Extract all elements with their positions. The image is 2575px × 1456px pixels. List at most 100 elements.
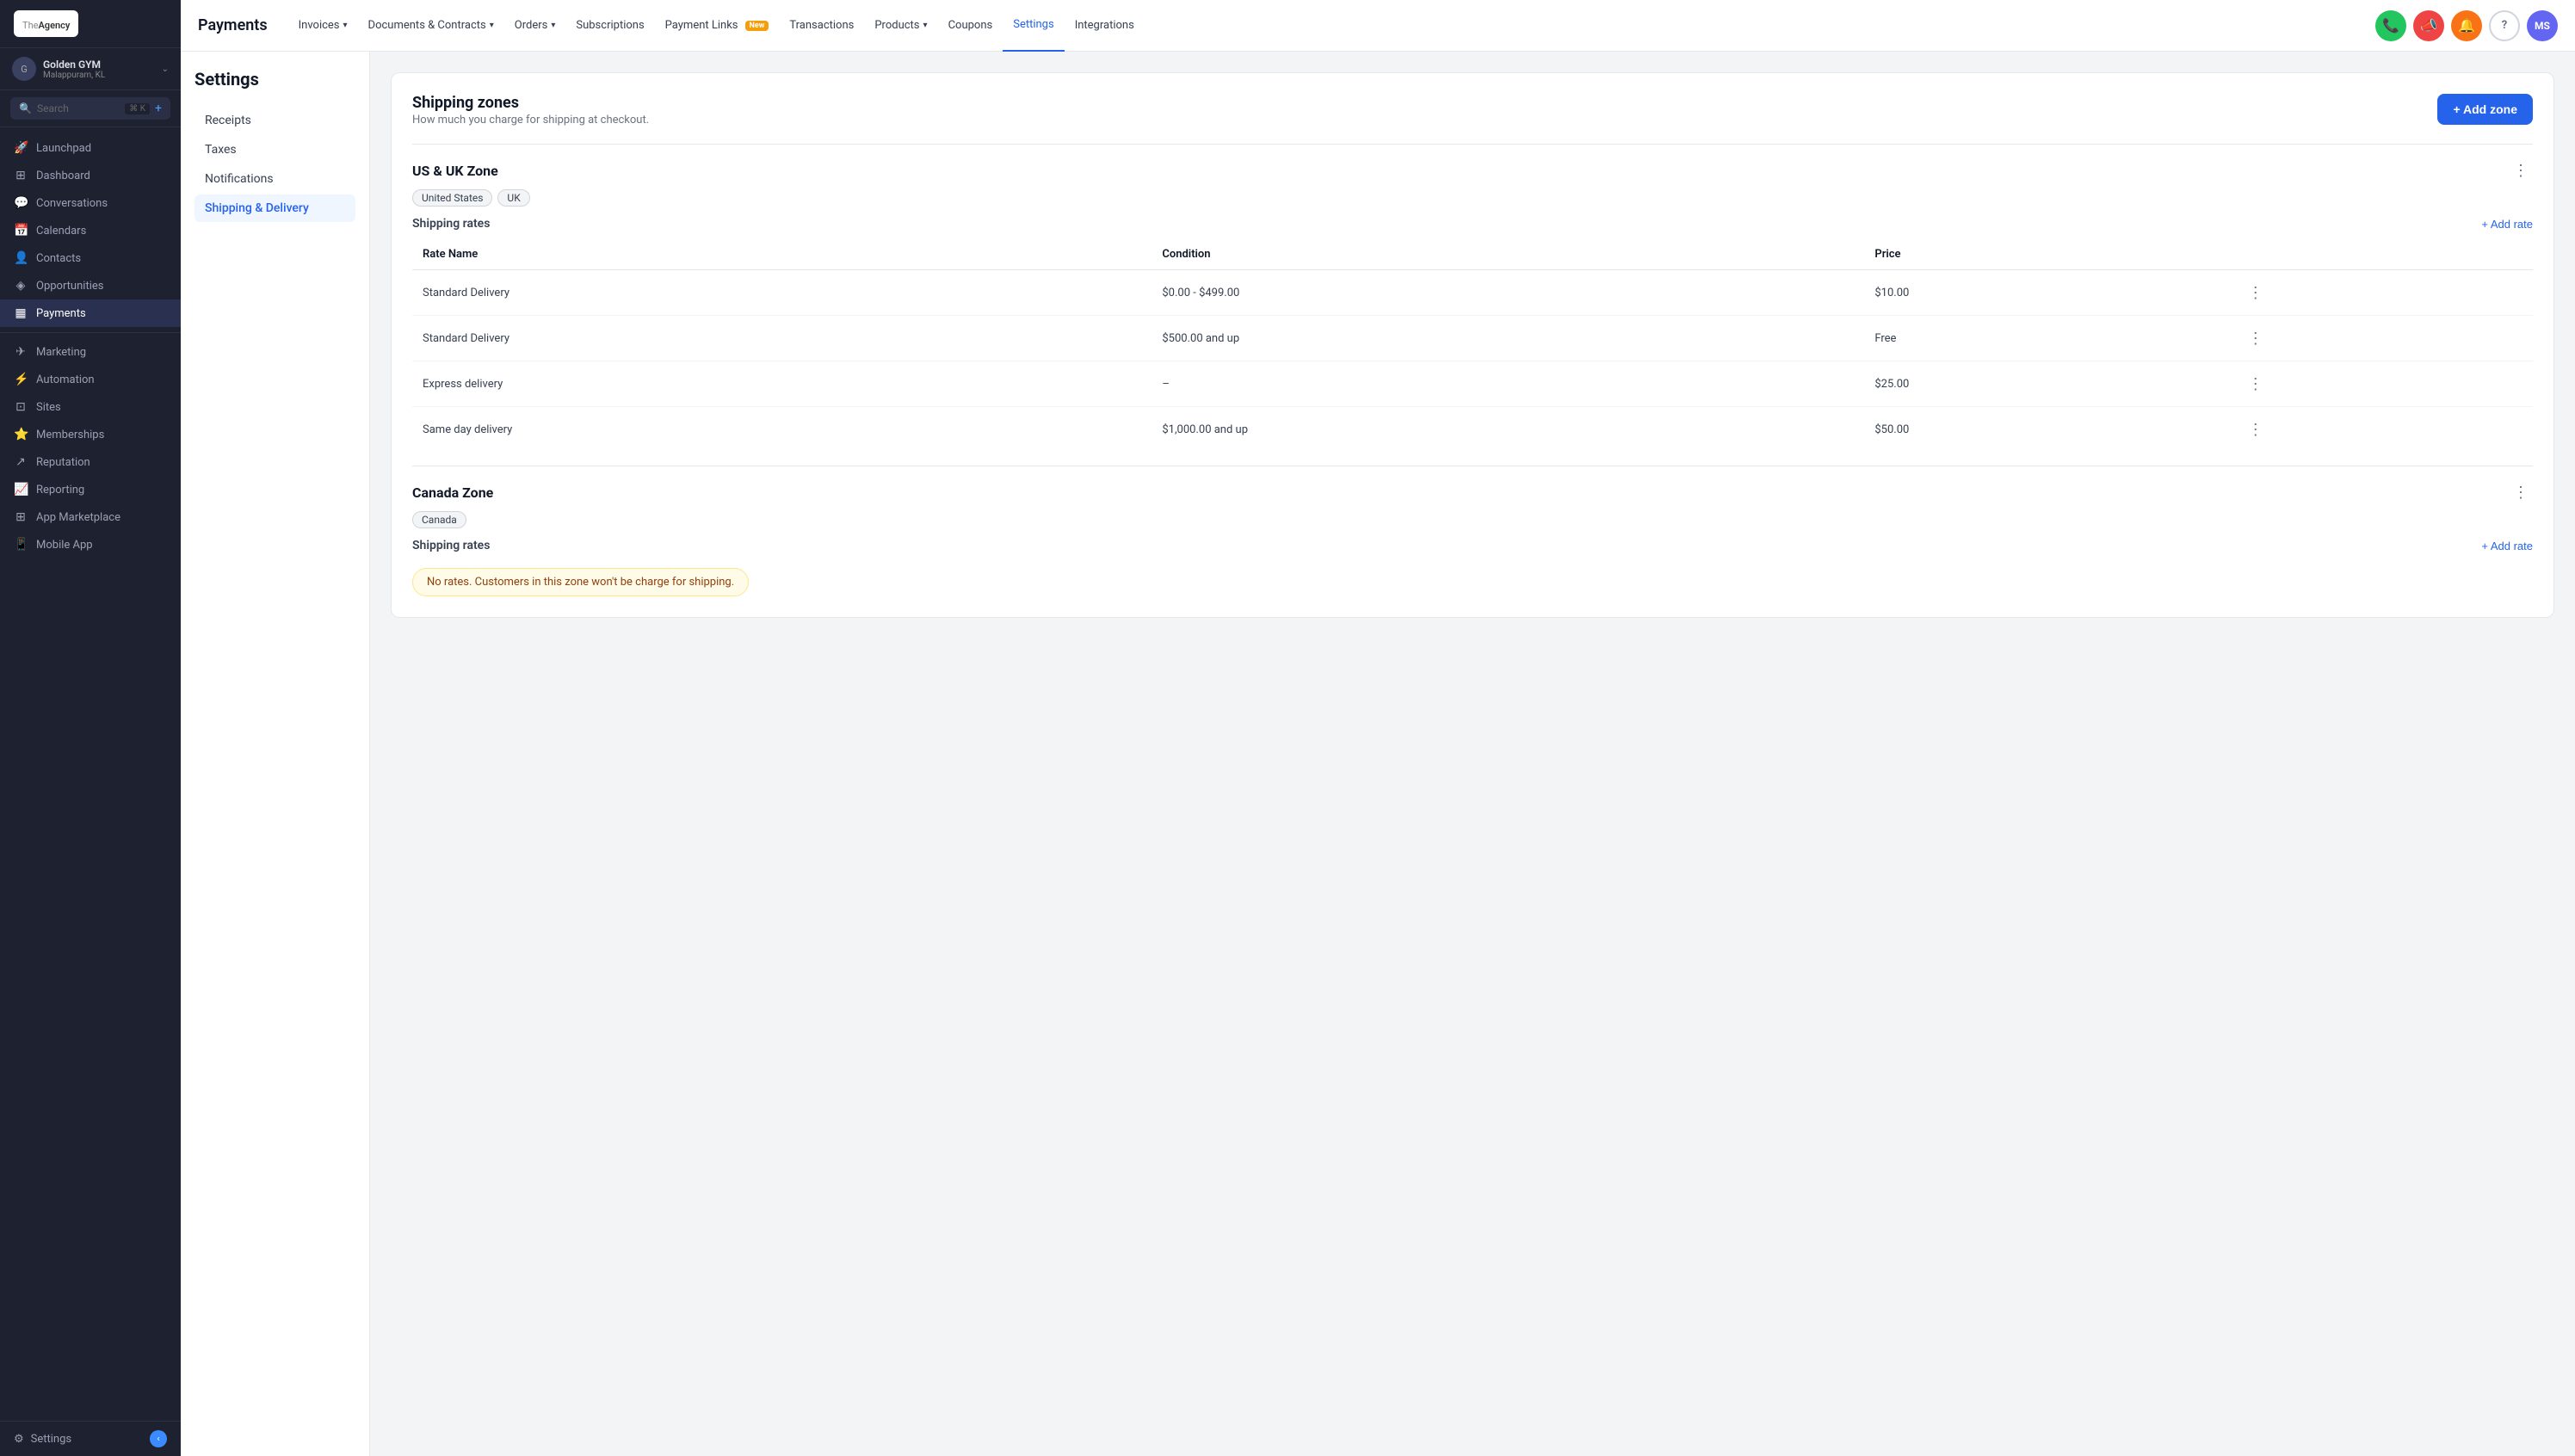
user-avatar[interactable]: MS [2527,10,2558,41]
sidebar-item-reputation[interactable]: ↗ Reputation [0,448,181,476]
avatar: G [12,57,36,81]
add-zone-button[interactable]: + Add zone [2437,94,2533,125]
sidebar-item-label: Calendars [36,225,86,238]
nav-documents[interactable]: Documents & Contracts ▾ [358,0,504,52]
rate-price: Free [1864,316,2232,361]
account-name: Golden GYM [43,59,162,71]
notification-button[interactable]: 📣 [2413,10,2444,41]
zone-menu-button-us-uk[interactable]: ⋮ [2509,158,2533,182]
topbar-nav: Invoices ▾ Documents & Contracts ▾ Order… [288,0,2375,52]
rate-condition: $1,000.00 and up [1152,407,1864,453]
sidebar-item-calendars[interactable]: 📅 Calendars [0,217,181,244]
table-header-row: Rate Name Condition Price [412,239,2533,270]
nav-invoices[interactable]: Invoices ▾ [288,0,358,52]
zone-tags-us-uk: United States UK [412,189,2533,207]
chevron-down-icon: ▾ [551,21,555,30]
sidebar-item-label: Automation [36,373,95,386]
settings-nav-notifications[interactable]: Notifications [195,165,355,193]
search-box[interactable]: 🔍 Search ⌘ K + [10,97,170,120]
main-content: Payments Invoices ▾ Documents & Contract… [181,0,2575,1456]
settings-nav-shipping-delivery[interactable]: Shipping & Delivery [195,194,355,222]
table-row: Same day delivery $1,000.00 and up $50.0… [412,407,2533,453]
rate-menu-button[interactable]: ⋮ [2244,326,2268,350]
rate-menu-button[interactable]: ⋮ [2244,417,2268,441]
sidebar-logo: TheAgency [0,0,181,48]
add-icon[interactable]: + [155,102,162,115]
reporting-icon: 📈 [14,483,28,497]
table-row: Standard Delivery $500.00 and up Free ⋮ [412,316,2533,361]
nav-payment-links[interactable]: Payment Links New [655,0,780,52]
main-panel: Shipping zones How much you charge for s… [370,52,2575,1456]
nav-integrations[interactable]: Integrations [1065,0,1145,52]
zones-subtitle: How much you charge for shipping at chec… [412,114,649,126]
col-price: Price [1864,239,2232,270]
calendars-icon: 📅 [14,224,28,238]
zone-tag-canada: Canada [412,511,466,528]
sidebar-item-payments[interactable]: ▦ Payments [0,299,181,327]
settings-nav-receipts[interactable]: Receipts [195,107,355,134]
settings-icon: ⚙ [14,1433,24,1446]
sidebar-item-sites[interactable]: ⊡ Sites [0,393,181,421]
help-button[interactable]: ? [2489,10,2520,41]
zone-menu-button-canada[interactable]: ⋮ [2509,480,2533,504]
sites-icon: ⊡ [14,400,28,414]
rate-price: $25.00 [1864,361,2232,407]
rate-menu-button[interactable]: ⋮ [2244,372,2268,396]
settings-nav-taxes[interactable]: Taxes [195,136,355,163]
sidebar-item-launchpad[interactable]: 🚀 Launchpad [0,134,181,162]
shipping-zones-card: Shipping zones How much you charge for s… [391,72,2554,618]
collapse-sidebar-button[interactable]: ‹ [150,1430,167,1447]
sidebar-item-conversations[interactable]: 💬 Conversations [0,189,181,217]
search-input[interactable]: Search [37,102,120,114]
actions-cell: ⋮ [2233,407,2533,453]
nav-coupons[interactable]: Coupons [938,0,1003,52]
zone-name-canada: Canada Zone [412,484,493,501]
sidebar-item-automation[interactable]: ⚡ Automation [0,366,181,393]
sidebar-item-label: Contacts [36,252,81,265]
rate-name: Express delivery [412,361,1152,407]
divider [412,144,2533,145]
launchpad-icon: 🚀 [14,141,28,155]
table-row: Standard Delivery $0.00 - $499.00 $10.00… [412,270,2533,316]
zones-title: Shipping zones [412,94,649,112]
chevron-down-icon: ⌄ [162,65,169,74]
sidebar-item-reporting[interactable]: 📈 Reporting [0,476,181,503]
actions-cell: ⋮ [2233,270,2533,316]
zones-header: Shipping zones How much you charge for s… [412,94,2533,126]
dashboard-icon: ⊞ [14,169,28,182]
chevron-down-icon: ▾ [923,21,928,30]
account-switcher[interactable]: G Golden GYM Malappuram, KL ⌄ [0,48,181,90]
keyboard-shortcut: ⌘ K [125,103,150,114]
sidebar-item-mobile-app[interactable]: 📱 Mobile App [0,531,181,558]
sidebar-item-memberships[interactable]: ⭐ Memberships [0,421,181,448]
payments-icon: ▦ [14,306,28,320]
automation-icon: ⚡ [14,373,28,386]
rate-name: Same day delivery [412,407,1152,453]
nav-transactions[interactable]: Transactions [779,0,864,52]
nav-orders[interactable]: Orders ▾ [504,0,566,52]
account-location: Malappuram, KL [43,71,162,80]
sidebar-item-contacts[interactable]: 👤 Contacts [0,244,181,272]
chevron-down-icon: ▾ [343,21,348,30]
bell-button[interactable]: 🔔 [2451,10,2482,41]
nav-products[interactable]: Products ▾ [864,0,937,52]
nav-settings[interactable]: Settings [1003,0,1064,52]
rate-menu-button[interactable]: ⋮ [2244,281,2268,305]
memberships-icon: ⭐ [14,428,28,441]
nav-subscriptions[interactable]: Subscriptions [565,0,654,52]
sidebar-item-app-marketplace[interactable]: ⊞ App Marketplace [0,503,181,531]
add-rate-button-canada[interactable]: + Add rate [2481,540,2533,552]
rates-header-us-uk: Shipping rates + Add rate [412,217,2533,231]
sidebar-item-label: Opportunities [36,280,103,293]
phone-button[interactable]: 📞 [2375,10,2406,41]
add-rate-button-us-uk[interactable]: + Add rate [2481,218,2533,231]
mobile-app-icon: 📱 [14,538,28,552]
search-area: 🔍 Search ⌘ K + [0,90,181,127]
sidebar-item-opportunities[interactable]: ◈ Opportunities [0,272,181,299]
sidebar-item-label: Conversations [36,197,108,210]
sidebar-item-marketing[interactable]: ✈ Marketing [0,338,181,366]
sidebar-item-dashboard[interactable]: ⊞ Dashboard [0,162,181,189]
sidebar-settings[interactable]: ⚙ Settings [14,1433,71,1446]
sidebar-item-label: App Marketplace [36,511,120,524]
zone-tags-canada: Canada [412,511,2533,528]
